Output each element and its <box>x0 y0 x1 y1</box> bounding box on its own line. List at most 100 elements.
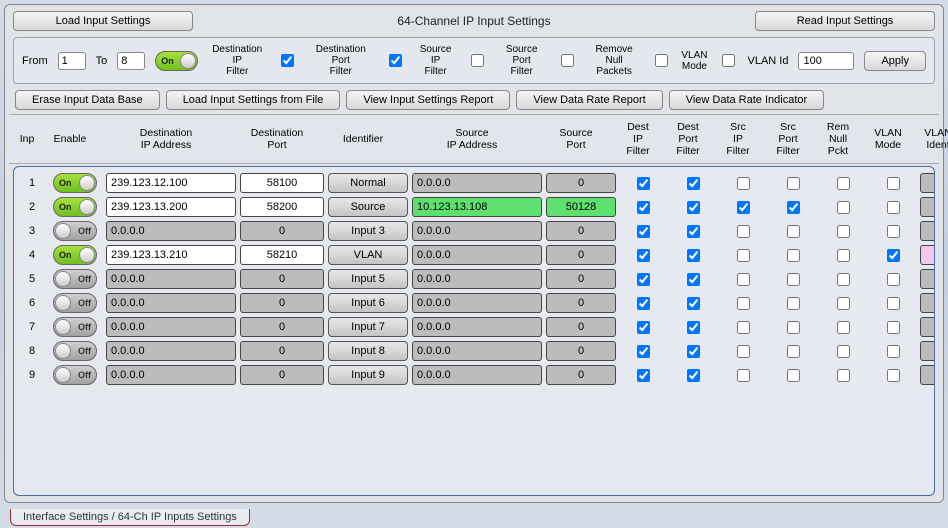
row-vlan-mode-checkbox[interactable] <box>887 177 900 190</box>
row-dest-port-filter-checkbox[interactable] <box>687 249 700 262</box>
dest-port-input[interactable] <box>240 173 324 193</box>
dest-port-input[interactable] <box>240 341 324 361</box>
src-port-input[interactable] <box>546 269 616 289</box>
row-rem-null-checkbox[interactable] <box>837 225 850 238</box>
identifier-button[interactable]: Input 5 <box>328 269 408 289</box>
row-dest-port-filter-checkbox[interactable] <box>687 297 700 310</box>
row-dest-ip-filter-checkbox[interactable] <box>637 177 650 190</box>
vlan-ident-input[interactable] <box>920 341 935 361</box>
src-ip-input[interactable] <box>412 173 542 193</box>
row-rem-null-checkbox[interactable] <box>837 345 850 358</box>
load-from-file-button[interactable]: Load Input Settings from File <box>166 90 341 110</box>
src-ip-filter-checkbox[interactable] <box>471 54 484 67</box>
row-enable-toggle[interactable]: Off <box>53 221 97 241</box>
dest-ip-filter-checkbox[interactable] <box>281 54 294 67</box>
row-dest-ip-filter-checkbox[interactable] <box>637 369 650 382</box>
row-rem-null-checkbox[interactable] <box>837 201 850 214</box>
row-dest-port-filter-checkbox[interactable] <box>687 225 700 238</box>
src-ip-input[interactable] <box>412 317 542 337</box>
row-dest-ip-filter-checkbox[interactable] <box>637 321 650 334</box>
dest-ip-input[interactable] <box>106 317 236 337</box>
identifier-button[interactable]: Normal <box>328 173 408 193</box>
row-vlan-mode-checkbox[interactable] <box>887 225 900 238</box>
row-vlan-mode-checkbox[interactable] <box>887 249 900 262</box>
row-src-port-filter-checkbox[interactable] <box>787 177 800 190</box>
row-src-ip-filter-checkbox[interactable] <box>737 273 750 286</box>
row-dest-ip-filter-checkbox[interactable] <box>637 225 650 238</box>
row-vlan-mode-checkbox[interactable] <box>887 201 900 214</box>
erase-db-button[interactable]: Erase Input Data Base <box>15 90 160 110</box>
src-ip-input[interactable] <box>412 341 542 361</box>
src-ip-input[interactable] <box>412 221 542 241</box>
row-enable-toggle[interactable]: On <box>53 173 97 193</box>
identifier-button[interactable]: Input 8 <box>328 341 408 361</box>
dest-port-filter-checkbox[interactable] <box>389 54 402 67</box>
row-dest-ip-filter-checkbox[interactable] <box>637 345 650 358</box>
dest-ip-input[interactable] <box>106 173 236 193</box>
apply-button[interactable]: Apply <box>864 51 926 71</box>
from-input[interactable] <box>58 52 86 70</box>
vlan-mode-checkbox[interactable] <box>722 54 735 67</box>
row-dest-port-filter-checkbox[interactable] <box>687 321 700 334</box>
src-port-input[interactable] <box>546 173 616 193</box>
row-enable-toggle[interactable]: Off <box>53 269 97 289</box>
row-enable-toggle[interactable]: Off <box>53 293 97 313</box>
master-enable-toggle[interactable]: On <box>155 51 197 71</box>
identifier-button[interactable]: Source <box>328 197 408 217</box>
view-settings-report-button[interactable]: View Input Settings Report <box>346 90 510 110</box>
src-port-input[interactable] <box>546 293 616 313</box>
vlan-ident-input[interactable] <box>920 365 935 385</box>
load-input-settings-button[interactable]: Load Input Settings <box>13 11 193 31</box>
row-src-port-filter-checkbox[interactable] <box>787 201 800 214</box>
vlan-ident-input[interactable] <box>920 173 935 193</box>
src-port-input[interactable] <box>546 245 616 265</box>
row-rem-null-checkbox[interactable] <box>837 297 850 310</box>
src-port-input[interactable] <box>546 365 616 385</box>
identifier-button[interactable]: Input 7 <box>328 317 408 337</box>
dest-ip-input[interactable] <box>106 221 236 241</box>
row-dest-port-filter-checkbox[interactable] <box>687 201 700 214</box>
row-src-port-filter-checkbox[interactable] <box>787 297 800 310</box>
vlan-ident-input[interactable] <box>920 197 935 217</box>
rem-null-checkbox[interactable] <box>655 54 668 67</box>
row-src-port-filter-checkbox[interactable] <box>787 369 800 382</box>
row-enable-toggle[interactable]: Off <box>53 341 97 361</box>
read-input-settings-button[interactable]: Read Input Settings <box>755 11 935 31</box>
row-vlan-mode-checkbox[interactable] <box>887 273 900 286</box>
src-ip-input[interactable] <box>412 269 542 289</box>
vlan-ident-input[interactable] <box>920 221 935 241</box>
dest-port-input[interactable] <box>240 365 324 385</box>
row-src-ip-filter-checkbox[interactable] <box>737 321 750 334</box>
row-dest-ip-filter-checkbox[interactable] <box>637 201 650 214</box>
row-rem-null-checkbox[interactable] <box>837 249 850 262</box>
row-enable-toggle[interactable]: Off <box>53 365 97 385</box>
identifier-button[interactable]: Input 6 <box>328 293 408 313</box>
dest-port-input[interactable] <box>240 317 324 337</box>
vlan-ident-input[interactable] <box>920 293 935 313</box>
src-port-input[interactable] <box>546 341 616 361</box>
row-src-ip-filter-checkbox[interactable] <box>737 345 750 358</box>
row-dest-ip-filter-checkbox[interactable] <box>637 297 650 310</box>
row-src-ip-filter-checkbox[interactable] <box>737 249 750 262</box>
dest-port-input[interactable] <box>240 269 324 289</box>
dest-ip-input[interactable] <box>106 197 236 217</box>
dest-ip-input[interactable] <box>106 341 236 361</box>
dest-ip-input[interactable] <box>106 293 236 313</box>
dest-port-input[interactable] <box>240 293 324 313</box>
row-src-port-filter-checkbox[interactable] <box>787 273 800 286</box>
view-data-rate-indicator-button[interactable]: View Data Rate Indicator <box>669 90 824 110</box>
identifier-button[interactable]: VLAN <box>328 245 408 265</box>
row-dest-port-filter-checkbox[interactable] <box>687 345 700 358</box>
row-vlan-mode-checkbox[interactable] <box>887 369 900 382</box>
dest-ip-input[interactable] <box>106 365 236 385</box>
vlan-id-input[interactable] <box>798 52 854 70</box>
dest-port-input[interactable] <box>240 221 324 241</box>
row-src-ip-filter-checkbox[interactable] <box>737 177 750 190</box>
vlan-ident-input[interactable] <box>920 317 935 337</box>
vlan-ident-input[interactable] <box>920 269 935 289</box>
src-ip-input[interactable] <box>412 245 542 265</box>
src-port-input[interactable] <box>546 221 616 241</box>
view-data-rate-report-button[interactable]: View Data Rate Report <box>516 90 662 110</box>
src-ip-input[interactable] <box>412 197 542 217</box>
src-ip-input[interactable] <box>412 365 542 385</box>
